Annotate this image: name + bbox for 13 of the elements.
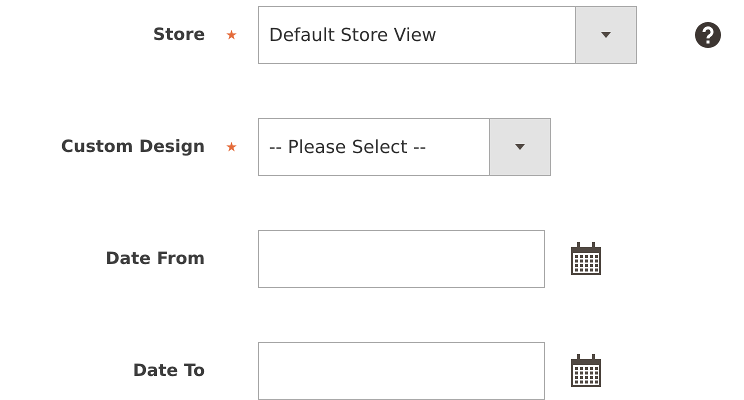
dropdown[interactable]: -- Please Select -- <box>258 118 551 176</box>
calendar-icon[interactable] <box>568 241 604 277</box>
field-label: Custom Design <box>60 137 205 157</box>
date-field[interactable] <box>258 342 545 400</box>
calendar-icon[interactable] <box>568 353 604 389</box>
date-field[interactable] <box>258 230 545 288</box>
caret-icon <box>601 32 611 38</box>
field-label: Date From <box>104 249 205 269</box>
caret-icon <box>515 144 525 150</box>
field-label: Date To <box>132 361 205 381</box>
dropdown[interactable]: Default Store View <box>258 6 637 64</box>
help-icon[interactable] <box>695 22 721 48</box>
field-label: Store <box>152 25 205 45</box>
